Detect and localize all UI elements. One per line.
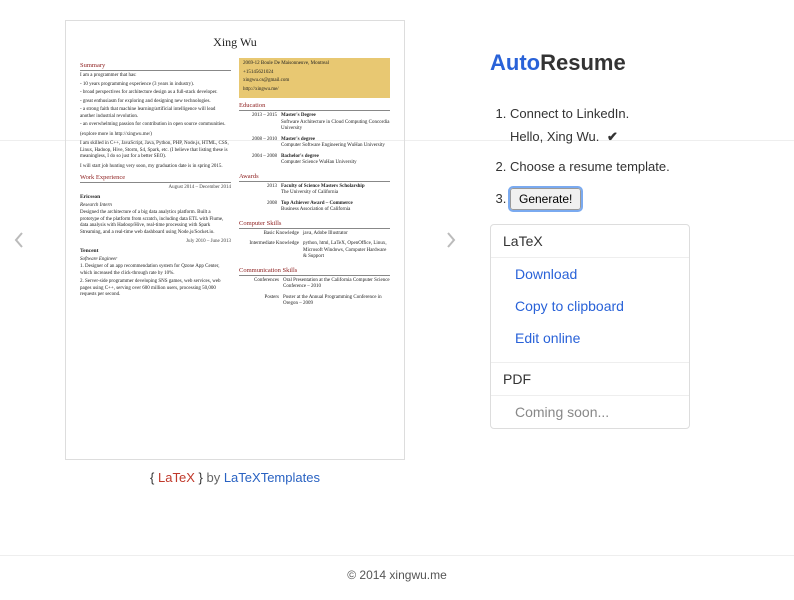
contact-box: 2069-12 Boule De Maisonneuve, Montreal +… bbox=[239, 58, 390, 98]
template-credits: { LaTeX } by LaTeXTemplates bbox=[10, 470, 460, 485]
edit-link[interactable]: Edit online bbox=[491, 322, 689, 354]
check-icon: ✔ bbox=[607, 129, 618, 145]
resume-preview[interactable]: Xing Wu Summary I am a programmer that h… bbox=[65, 20, 405, 460]
next-arrow-icon[interactable] bbox=[442, 231, 460, 249]
hello-text: Hello, Xing Wu. bbox=[510, 129, 599, 144]
step-1: Connect to LinkedIn. Hello, Xing Wu. ✔ bbox=[510, 106, 784, 145]
right-panel: AutoResume Connect to LinkedIn. Hello, X… bbox=[460, 20, 784, 485]
latex-header: LaTeX bbox=[491, 225, 689, 258]
steps-list: Connect to LinkedIn. Hello, Xing Wu. ✔ C… bbox=[490, 106, 784, 210]
step-3: Generate! bbox=[510, 188, 784, 210]
section-computer: Computer Skills bbox=[239, 220, 390, 229]
pdf-header: PDF bbox=[491, 363, 689, 396]
footer: © 2014 xingwu.me bbox=[0, 555, 794, 594]
preview-panel: Xing Wu Summary I am a programmer that h… bbox=[10, 20, 460, 485]
download-link[interactable]: Download bbox=[491, 258, 689, 290]
section-summary: Summary bbox=[80, 62, 231, 71]
logo: AutoResume bbox=[490, 50, 784, 76]
output-box: LaTeX Download Copy to clipboard Edit on… bbox=[490, 224, 690, 429]
section-work: Work Experience bbox=[80, 174, 231, 183]
resume-name: Xing Wu bbox=[80, 35, 390, 50]
section-education: Education bbox=[239, 102, 390, 111]
section-comm: Communication Skills bbox=[239, 267, 390, 276]
pdf-coming-soon: Coming soon... bbox=[491, 396, 689, 428]
credits-link[interactable]: LaTeXTemplates bbox=[224, 470, 320, 485]
generate-button[interactable]: Generate! bbox=[510, 188, 581, 210]
step-2: Choose a resume template. bbox=[510, 159, 784, 174]
copy-link[interactable]: Copy to clipboard bbox=[491, 290, 689, 322]
prev-arrow-icon[interactable] bbox=[10, 231, 28, 249]
section-awards: Awards bbox=[239, 173, 390, 182]
main-container: Xing Wu Summary I am a programmer that h… bbox=[0, 0, 794, 495]
